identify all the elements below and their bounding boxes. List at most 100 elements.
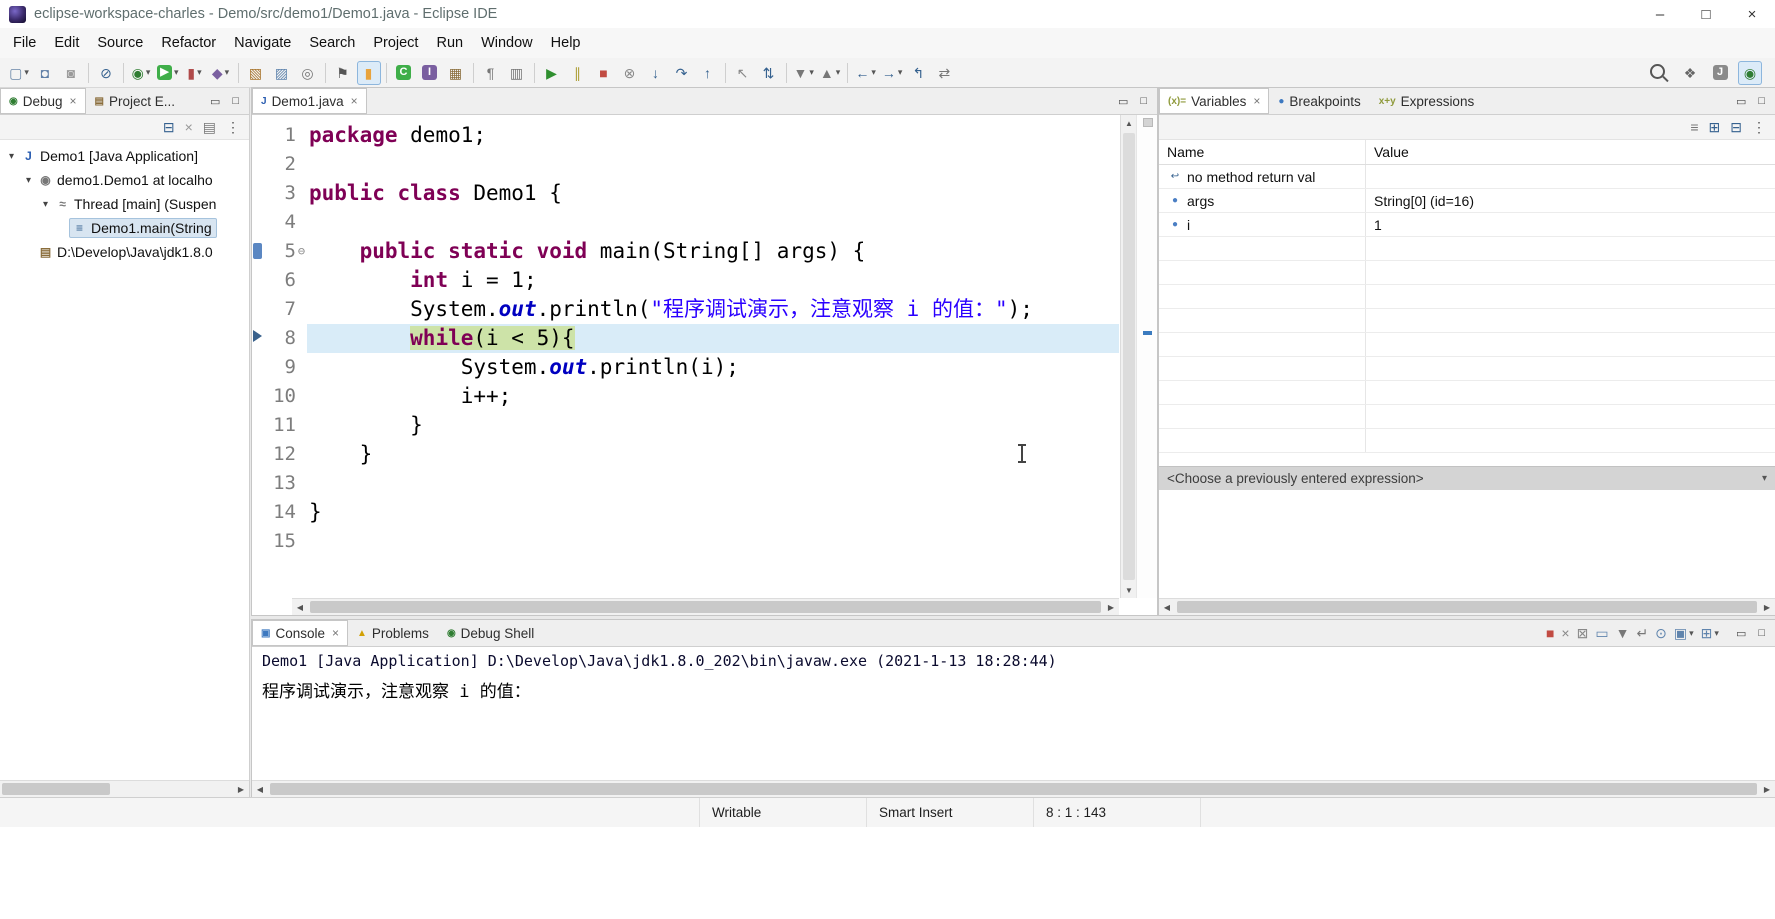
code-text[interactable] <box>307 150 1119 179</box>
pin-console-button[interactable]: ⊙ <box>1653 625 1669 641</box>
suspend-button[interactable]: ∥ <box>566 61 590 85</box>
scroll-down-button[interactable]: ▼ <box>1121 582 1137 598</box>
variable-row[interactable]: ● i 1 <box>1159 213 1775 237</box>
code-line-8[interactable]: 8 while(i < 5){ <box>264 324 1119 353</box>
code-line-12[interactable]: 12 } <box>264 440 1119 469</box>
editor-vscrollbar[interactable]: ▲ ▼ <box>1120 115 1137 598</box>
menu-navigate[interactable]: Navigate <box>225 31 300 55</box>
overview-current-line-marker[interactable] <box>1143 331 1152 335</box>
remove-launch-button[interactable]: × <box>1559 625 1571 641</box>
debug-tree-item[interactable]: ▾ J Demo1 [Java Application] <box>0 144 249 168</box>
editor-hscrollbar[interactable]: ◀ ▶ <box>292 598 1119 615</box>
code-text[interactable]: while(i < 5){ <box>307 324 1119 353</box>
resume-button[interactable]: ▶ <box>540 61 564 85</box>
open-perspective-button[interactable]: ❖ <box>1678 61 1702 85</box>
scroll-up-button[interactable]: ▲ <box>1121 115 1137 131</box>
menu-project[interactable]: Project <box>364 31 427 55</box>
console-output[interactable]: Demo1 [Java Application] D:\Develop\Java… <box>252 647 1775 780</box>
code-text[interactable]: i++; <box>307 382 1119 411</box>
tab-debug-shell[interactable]: ◉ Debug Shell <box>438 620 543 646</box>
scroll-right-button[interactable]: ▶ <box>233 781 249 797</box>
task-flag-button[interactable]: ⚑ <box>331 61 355 85</box>
search-button[interactable] <box>1648 61 1672 85</box>
view-menu-button[interactable]: ⋮ <box>224 119 242 135</box>
scroll-lock-button[interactable]: ▼ <box>1614 625 1632 641</box>
debug-tree-item[interactable]: ▾ ◉ demo1.Demo1 at localho <box>0 168 249 192</box>
code-line-10[interactable]: 10 i++; <box>264 382 1119 411</box>
menu-help[interactable]: Help <box>542 31 590 55</box>
tab-debug[interactable]: ◉ Debug × <box>0 88 86 114</box>
display-selected-console-button[interactable]: ▣ ▾ <box>1672 625 1696 641</box>
console-hscrollbar[interactable]: ◀ ▶ <box>252 780 1775 797</box>
word-wrap-button[interactable]: ↵ <box>1634 625 1650 641</box>
new-package-button[interactable]: ▦ <box>444 61 468 85</box>
java-perspective-button[interactable]: J <box>1708 61 1732 85</box>
code-line-7[interactable]: 7 System.out.println("程序调试演示，注意观察 i 的值："… <box>264 295 1119 324</box>
code-line-3[interactable]: 3 public class Demo1 { <box>264 179 1119 208</box>
window-maximize-button[interactable]: □ <box>1683 0 1729 28</box>
scroll-left-button[interactable]: ◀ <box>252 781 268 797</box>
code-line-1[interactable]: 1 package demo1; <box>264 121 1119 150</box>
link-with-editor-button[interactable]: ⇄ <box>932 61 956 85</box>
block-selection-button[interactable]: ▥ <box>505 61 529 85</box>
minimize-view-button[interactable]: ▭ <box>1118 95 1128 108</box>
scrollbar-thumb[interactable] <box>2 783 110 795</box>
debug-tree-item[interactable]: ▾ ≈ Thread [main] (Suspen <box>0 192 249 216</box>
clear-console-button[interactable]: ▭ <box>1593 625 1610 641</box>
variables-hscrollbar[interactable]: ◀ ▶ <box>1159 598 1775 615</box>
tab-breakpoints[interactable]: ● Breakpoints <box>1269 88 1369 114</box>
column-header-value[interactable]: Value <box>1365 140 1775 164</box>
drop-to-frame-button[interactable]: ↖ <box>731 61 755 85</box>
code-line-4[interactable]: 4 <box>264 208 1119 237</box>
tab-demo1-java[interactable]: J Demo1.java × <box>252 88 367 114</box>
menu-source[interactable]: Source <box>88 31 152 55</box>
code-text[interactable] <box>307 527 1119 556</box>
scroll-left-button[interactable]: ◀ <box>292 599 308 615</box>
show-type-names-button[interactable]: ≡ <box>1688 119 1700 135</box>
mark-occurrences-button[interactable]: ▮ <box>356 60 381 85</box>
close-icon[interactable]: × <box>70 94 77 108</box>
previous-annotation-button[interactable]: ▲ ▾ <box>818 61 842 85</box>
fold-marker-icon[interactable]: ⊖ <box>296 237 307 266</box>
debug-tree-item[interactable]: ▤ D:\Develop\Java\jdk1.8.0 <box>0 240 249 264</box>
open-type-button[interactable]: ▨ <box>270 61 294 85</box>
code-line-13[interactable]: 13 <box>264 469 1119 498</box>
chevron-down-icon[interactable]: ▾ <box>1762 473 1767 484</box>
show-whitespace-button[interactable]: ¶ <box>479 61 503 85</box>
code-text[interactable]: int i = 1; <box>307 266 1119 295</box>
variable-row[interactable]: ● args String[0] (id=16) <box>1159 189 1775 213</box>
maximize-view-button[interactable]: □ <box>1140 95 1147 108</box>
code-line-9[interactable]: 9 System.out.println(i); <box>264 353 1119 382</box>
minimize-view-button[interactable]: ▭ <box>210 95 220 108</box>
debug-tree-item[interactable]: ≡ Demo1.main(String <box>0 216 249 240</box>
close-icon[interactable]: × <box>332 626 339 640</box>
tree-expanded-icon[interactable]: ▾ <box>21 175 36 186</box>
step-into-button[interactable]: ↓ <box>644 61 668 85</box>
code-text[interactable]: System.out.println("程序调试演示，注意观察 i 的值："); <box>307 295 1119 324</box>
terminate-button[interactable]: ■ <box>592 61 616 85</box>
collapse-all-button[interactable]: ⊟ <box>161 119 177 135</box>
scrollbar-thumb[interactable] <box>1177 601 1757 613</box>
open-console-button[interactable]: ⊞ ▾ <box>1699 625 1721 641</box>
scroll-right-button[interactable]: ▶ <box>1759 599 1775 615</box>
maximize-view-button[interactable]: □ <box>1758 95 1765 108</box>
back-button[interactable]: ← ▾ <box>853 61 878 85</box>
external-tools-button[interactable]: ◆ ▾ <box>209 61 233 85</box>
tree-expanded-icon[interactable]: ▾ <box>4 151 19 162</box>
terminate-button[interactable]: ■ <box>1544 625 1556 641</box>
disconnect-button[interactable]: ⊗ <box>618 61 642 85</box>
tree-expanded-icon[interactable]: ▾ <box>38 199 53 210</box>
code-text[interactable]: public class Demo1 { <box>307 179 1119 208</box>
tab-expressions[interactable]: x+y Expressions <box>1370 88 1484 114</box>
scrollbar-thumb[interactable] <box>310 601 1101 613</box>
window-minimize-button[interactable]: – <box>1637 0 1683 28</box>
code-line-14[interactable]: 14} <box>264 498 1119 527</box>
run-button[interactable]: ▶ ▾ <box>155 61 181 85</box>
code-line-11[interactable]: 11 } <box>264 411 1119 440</box>
tab-variables[interactable]: (x)= Variables × <box>1159 88 1270 114</box>
search-dialog-button[interactable]: ◎ <box>296 61 320 85</box>
menu-edit[interactable]: Edit <box>45 31 88 55</box>
view-menu-button[interactable]: ⋮ <box>1750 119 1768 135</box>
forward-button[interactable]: → ▾ <box>880 61 905 85</box>
debug-tree-hscrollbar[interactable]: ▶ <box>0 780 249 797</box>
